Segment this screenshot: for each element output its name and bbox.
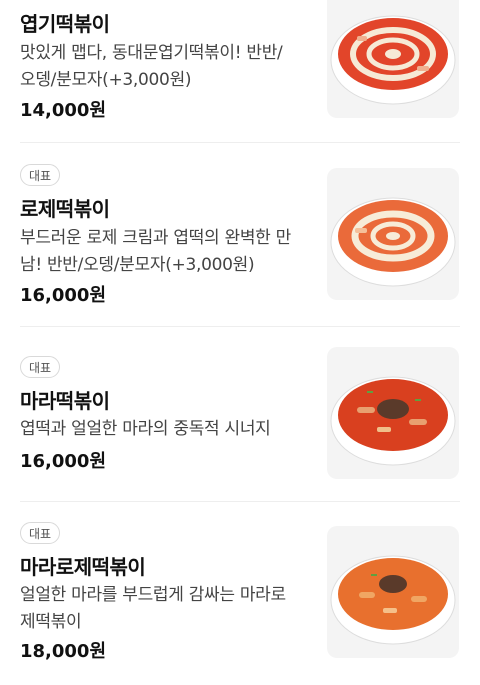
menu-item[interactable]: 대표 마라로제떡볶이 얼얼한 마라를 부드럽게 감싸는 마라로 제떡볶이 18,… xyxy=(0,502,480,685)
menu-item-name: 엽기떡볶이 xyxy=(20,12,110,36)
signature-badge: 대표 xyxy=(20,356,61,378)
description-line: 엽떡과 얼얼한 마라의 중독적 시너지 xyxy=(20,419,271,439)
description-line: 제떡볶이 xyxy=(20,612,82,632)
menu-item-name: 마라로제떡볶이 xyxy=(20,555,146,579)
menu-item-price: 18,000원 xyxy=(20,641,107,662)
menu-item-description: 엽떡과 얼얼한 마라의 중독적 시너지 xyxy=(20,416,310,443)
menu-item-name: 마라떡볶이 xyxy=(20,389,110,413)
menu-item-price: 14,000원 xyxy=(20,100,107,121)
menu-item-name: 로제떡볶이 xyxy=(20,197,110,221)
description-line: 오뎅/분모자(+3,000원) xyxy=(20,70,192,90)
description-line: 맛있게 맵다, 동대문엽기떡볶이! 반반/ xyxy=(20,43,283,63)
signature-badge: 대표 xyxy=(20,522,61,544)
menu-item[interactable]: 엽기떡볶이 맛있게 맵다, 동대문엽기떡볶이! 반반/ 오뎅/분모자(+3,00… xyxy=(0,0,480,142)
bowl-image xyxy=(330,197,456,287)
mala-rose-tteokbokki-bowl-icon[interactable] xyxy=(327,526,459,658)
bowl-image xyxy=(330,555,456,645)
rose-cream-tteokbokki-bowl-icon[interactable] xyxy=(327,168,459,300)
menu-item-description: 맛있게 맵다, 동대문엽기떡볶이! 반반/ 오뎅/분모자(+3,000원) xyxy=(20,40,310,94)
menu-item-description: 부드러운 로제 크림과 엽떡의 완벽한 만 남! 반반/오뎅/분모자(+3,00… xyxy=(20,225,310,279)
menu-item[interactable]: 대표 마라떡볶이 엽떡과 얼얼한 마라의 중독적 시너지 16,000원 xyxy=(0,327,480,501)
menu-list: 엽기떡볶이 맛있게 맵다, 동대문엽기떡볶이! 반반/ 오뎅/분모자(+3,00… xyxy=(0,0,480,685)
menu-item[interactable]: 대표 로제떡볶이 부드러운 로제 크림과 엽떡의 완벽한 만 남! 반반/오뎅/… xyxy=(0,143,480,326)
menu-item-price: 16,000원 xyxy=(20,451,107,472)
mala-tteokbokki-bowl-icon[interactable] xyxy=(327,347,459,479)
bowl-image xyxy=(330,15,456,105)
description-line: 부드러운 로제 크림과 엽떡의 완벽한 만 xyxy=(20,228,291,248)
description-line: 남! 반반/오뎅/분모자(+3,000원) xyxy=(20,255,255,275)
rose-tteokbokki-bowl-icon[interactable] xyxy=(327,0,459,118)
menu-item-price: 16,000원 xyxy=(20,285,107,306)
bowl-image xyxy=(330,376,456,466)
signature-badge: 대표 xyxy=(20,164,61,186)
description-line: 얼얼한 마라를 부드럽게 감싸는 마라로 xyxy=(20,585,286,605)
menu-item-description: 얼얼한 마라를 부드럽게 감싸는 마라로 제떡볶이 xyxy=(20,582,310,636)
